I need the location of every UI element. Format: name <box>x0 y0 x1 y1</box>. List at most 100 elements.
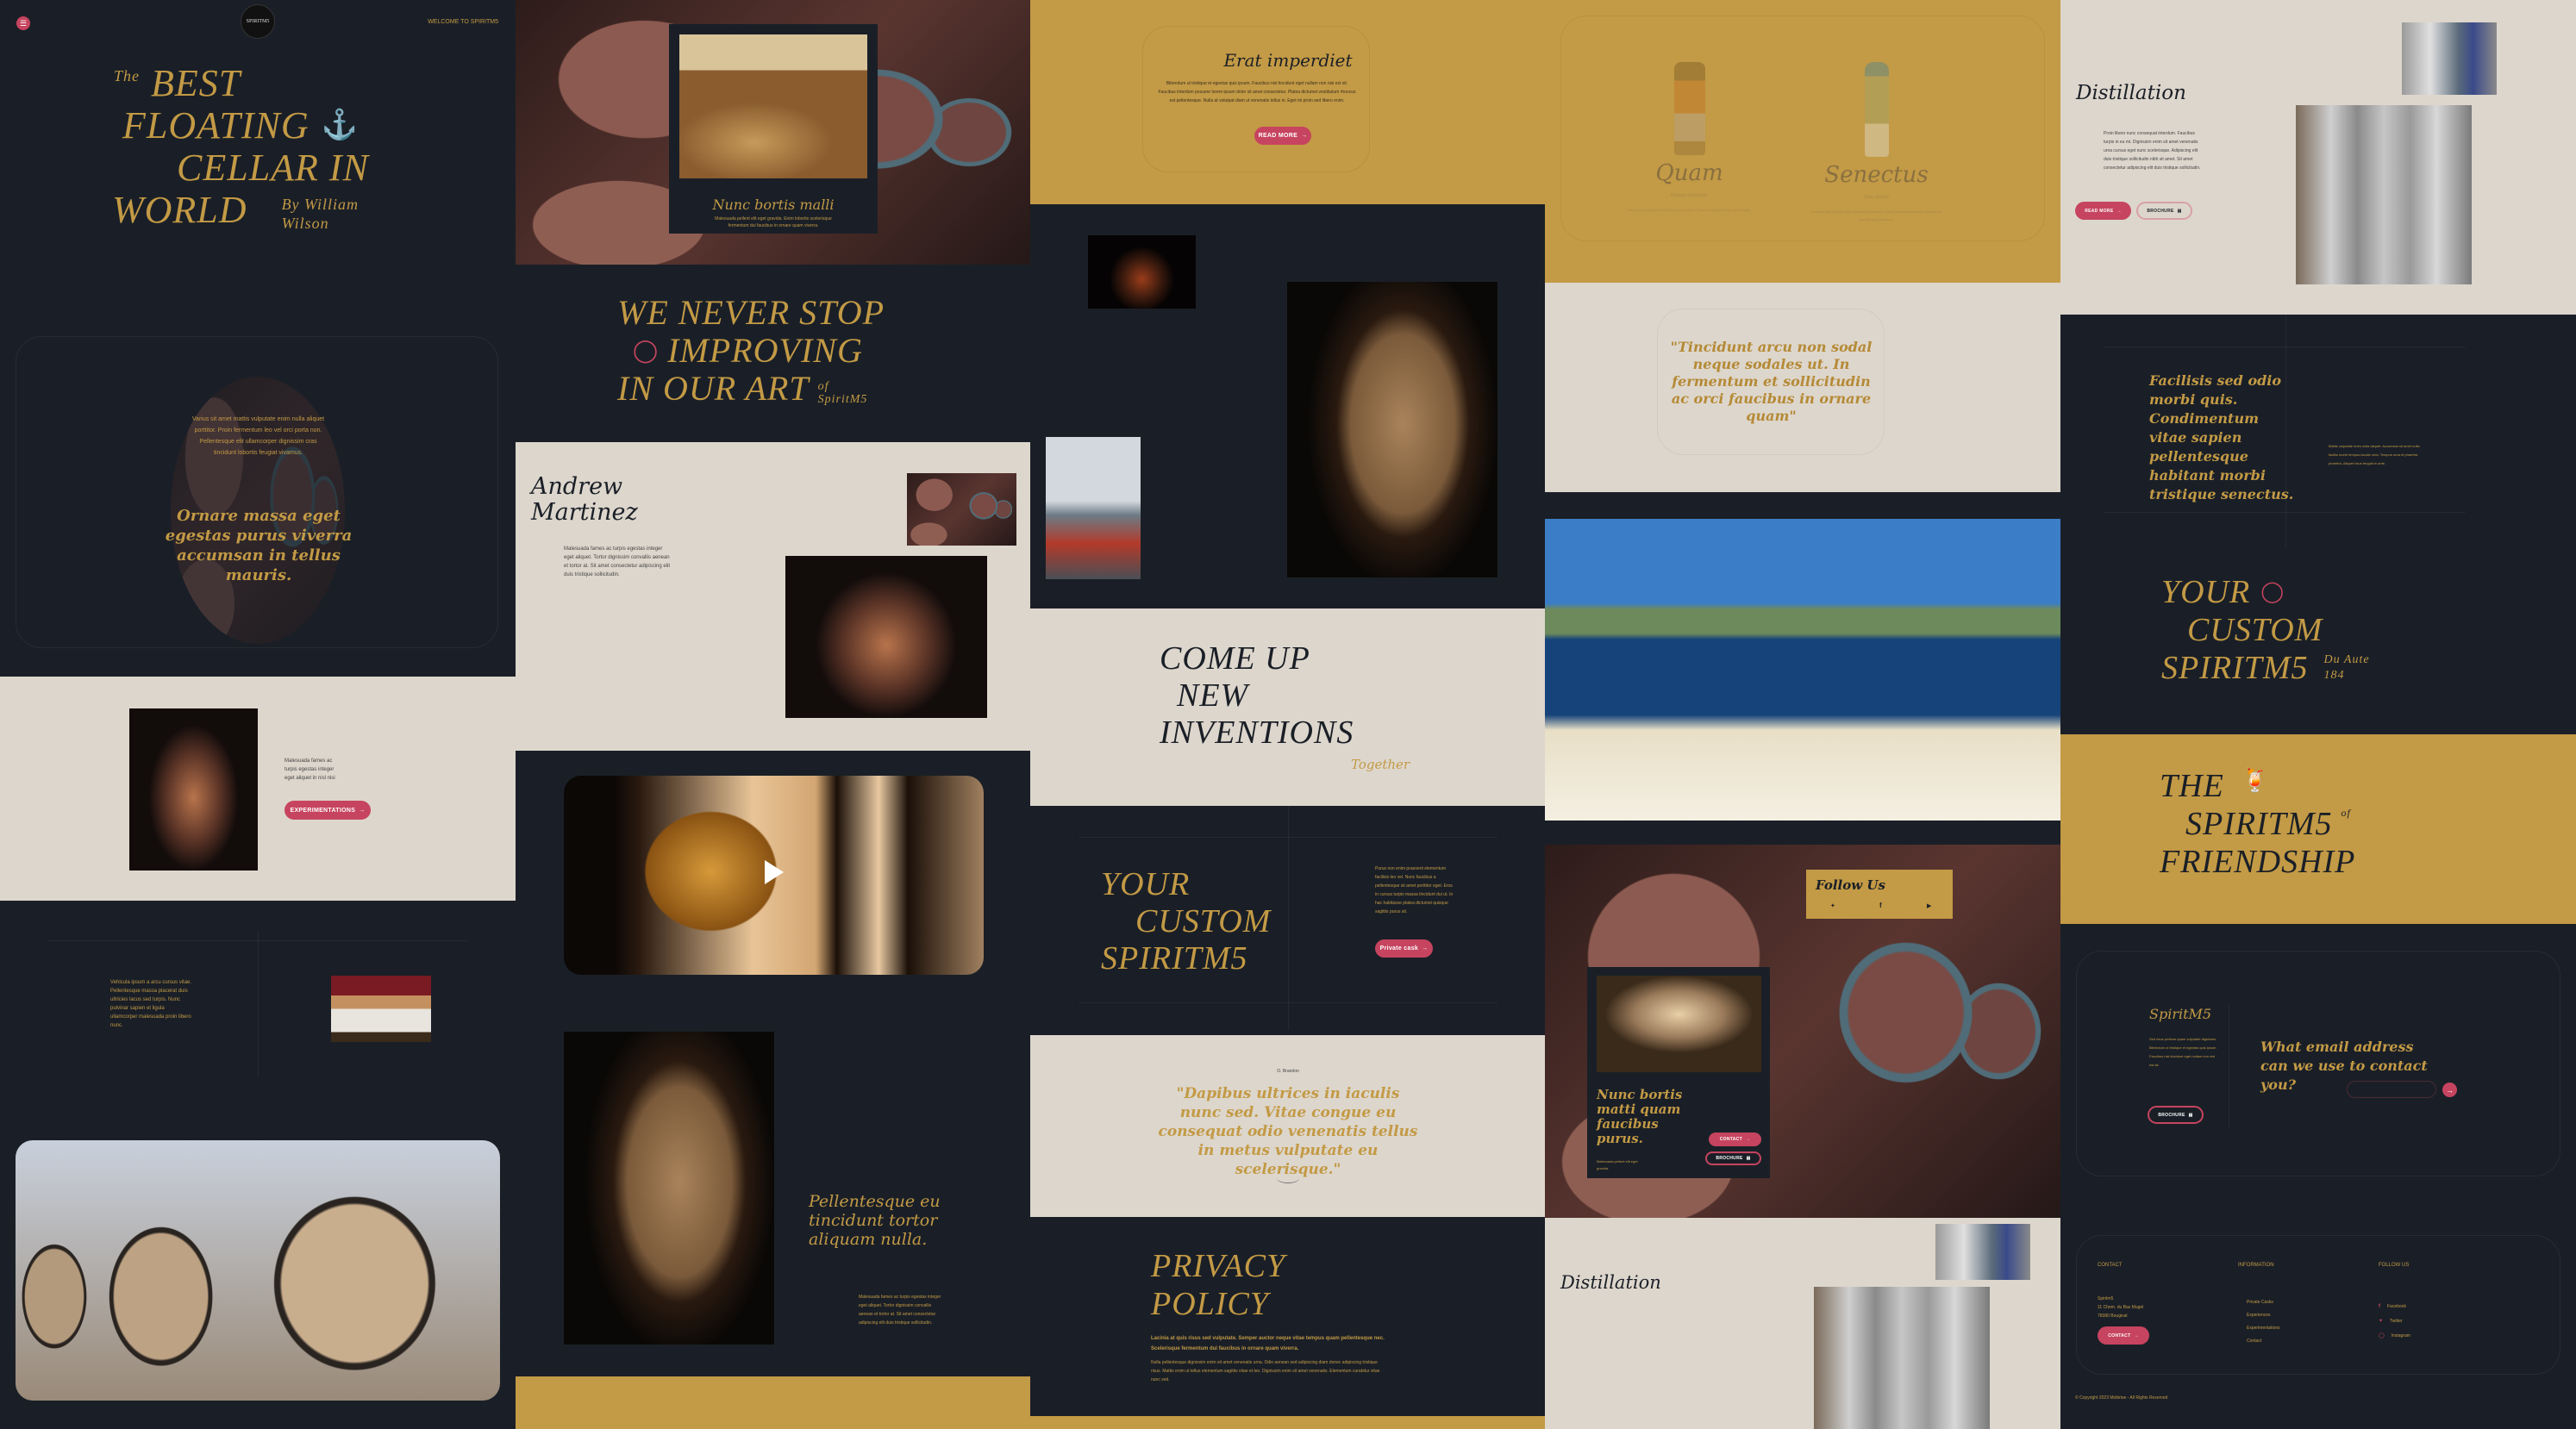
cellar-card: Nunc bortis matti quam faucibus purus. M… <box>1587 967 1770 1178</box>
distillery-thumb-photo <box>2402 22 2497 95</box>
divider <box>258 931 259 1077</box>
arrow-right-icon: → <box>2446 1085 2454 1095</box>
facilisis-body: Mattis vulputate enim nulla aliquet. Acc… <box>2329 444 2420 465</box>
inventions-tag: Together <box>1351 757 1410 772</box>
privacy-headline: PRIVACY POLICY <box>1151 1248 1286 1322</box>
footer-follow-column: FOLLOW US f Facebook ✦ Twitter ◯ Instagr… <box>2379 1261 2410 1344</box>
wine-glass-photo <box>129 708 258 871</box>
column-distillation: Distillation Proin libero nunc consequat… <box>2060 0 2576 1429</box>
barrel-photo <box>1287 282 1497 577</box>
distillery-photo <box>2296 105 2472 284</box>
glass-closeup-photo <box>785 556 987 718</box>
email-input[interactable] <box>2347 1081 2436 1098</box>
column-products: Quam Posuere sollicitudin Faucibus scele… <box>1545 0 2060 1429</box>
feature-body: Malesuada fames ac turpis egestas intege… <box>859 1295 941 1326</box>
product-senectus[interactable]: Senectus Vitae semper Posuere lorem ipsu… <box>1810 62 1943 223</box>
sailboat-photo <box>1046 437 1141 579</box>
wine-bottle-icon <box>1864 62 1889 157</box>
footer-link-private-casks[interactable]: Private Casks <box>2238 1296 2280 1309</box>
split-text: Vehicula ipsum a arcu cursus vitae. Pell… <box>110 980 192 1028</box>
divider <box>2104 512 2466 513</box>
testimonial-quote: "Dapibus ultrices in iaculis nunc sed. V… <box>1158 1085 1418 1178</box>
person-bio: Malesuada fames ac turpis egestas intege… <box>564 546 671 577</box>
footer-info-column: INFORMATION Private Casks Experiences Ex… <box>2238 1261 2280 1348</box>
gold-band <box>1030 1416 1546 1429</box>
hamburger-icon: ☰ <box>19 18 28 28</box>
divider <box>2104 346 2466 347</box>
improving-headline: WE NEVER STOP ◯ IMPROVING IN OUR ART of … <box>617 293 885 408</box>
video-thumbnail[interactable] <box>564 776 984 975</box>
quote-text: "Tincidunt arcu non sodal neque sodales … <box>1670 339 1873 424</box>
feature-title: Pellentesque eu tincidunt tortor aliquam… <box>809 1192 941 1249</box>
cocktail-icon: 🍹 <box>2241 768 2271 793</box>
footer-social-facebook[interactable]: f Facebook <box>2379 1300 2410 1314</box>
experimentations-button[interactable]: EXPERIMENTATIONS → <box>284 801 371 820</box>
sailing-photo <box>1545 519 2060 821</box>
twitter-icon: ✦ <box>2379 1319 2384 1324</box>
person-name: Andrew Martinez <box>531 473 638 526</box>
footer-frame <box>2076 1235 2560 1375</box>
custom-body: Purus non enim praesent elementum facili… <box>1375 866 1454 914</box>
privacy-lead: Lacinia at quis risus sed vulputate. Sem… <box>1151 1336 1385 1351</box>
footer-link-contact[interactable]: Contact <box>2238 1335 2280 1348</box>
footer-social-twitter[interactable]: ✦ Twitter <box>2379 1314 2410 1329</box>
erat-section: Erat imperdiet Bibendum ut tristique et … <box>1030 0 1546 204</box>
twitter-icon[interactable]: ✦ <box>1830 902 1835 909</box>
brochure-button[interactable]: BROCHURE ▤ <box>1705 1151 1761 1165</box>
arrow-right-icon: → <box>2116 208 2122 214</box>
private-cask-button[interactable]: Private cask → <box>1375 939 1433 958</box>
youtube-icon[interactable]: ▶ <box>1927 902 1931 909</box>
inventions-headline: COME UP NEW INVENTIONS <box>1160 640 1354 751</box>
erat-title: Erat imperdiet <box>1223 50 1353 71</box>
cellar-tour-photo <box>679 34 867 178</box>
column-inventions: Erat imperdiet Bibendum ut tristique et … <box>1030 0 1546 1429</box>
contact-button[interactable]: CONTACT → <box>1709 1133 1761 1146</box>
divider <box>1288 806 1289 1030</box>
logo[interactable]: SPIRITM5 <box>241 4 275 39</box>
card-title: Nunc bortis matti quam faucibus purus. <box>1597 1087 1683 1146</box>
quote-section: "Tincidunt arcu non sodal neque sodales … <box>1545 283 2060 492</box>
erat-body: Bibendum ut tristique et egestas quis ip… <box>1158 81 1356 103</box>
barrels-thumb-photo <box>907 473 1016 546</box>
brochure-icon: ▤ <box>2188 1112 2193 1118</box>
read-more-button[interactable]: READ MORE → <box>1254 127 1311 145</box>
anchor-icon: ⚓ <box>321 109 359 141</box>
distillation-body: Proin libero nunc consequat interdum. Fa… <box>2104 131 2201 171</box>
brochure-button[interactable]: BROCHURE ▤ <box>2136 202 2192 220</box>
experiment-text: Malesuada fames ac turpis egestas intege… <box>284 758 335 781</box>
column-cellar: Nunc bortis malli Malesuada pellent elit… <box>516 0 1031 1429</box>
product-quam[interactable]: Quam Posuere sollicitudin Faucibus scele… <box>1623 62 1756 214</box>
copyright: © Copyright 2023 Mobirise - All Rights R… <box>2075 1395 2168 1401</box>
friendship-headline: THE 🍹 SPIRITM5 of FRIENDSHIP <box>2160 768 2356 880</box>
read-more-button[interactable]: READ MORE → <box>2075 202 2131 220</box>
distillery-photo <box>1814 1287 1990 1429</box>
bottle-photo <box>1088 235 1196 309</box>
facebook-icon: f <box>2379 1304 2380 1309</box>
follow-us-card: Follow Us ✦ f ▶ <box>1806 870 1953 919</box>
experiment-section <box>0 677 516 901</box>
play-icon[interactable] <box>765 860 784 884</box>
footer-link-experiences[interactable]: Experiences <box>2238 1309 2280 1322</box>
facebook-icon[interactable]: f <box>1879 902 1882 909</box>
vault-cellar-photo <box>1597 976 1761 1072</box>
submit-button[interactable]: → <box>2442 1083 2457 1097</box>
card-body: Malesuada pellent elit eget gravida. <box>1597 1159 1638 1170</box>
cellar-card: Nunc bortis malli Malesuada pellent elit… <box>669 24 878 234</box>
oval-body-text: Varius sit amet mattis vulputate enim nu… <box>191 416 325 456</box>
footer-social-instagram[interactable]: ◯ Instagram <box>2379 1329 2410 1344</box>
column-hero: ☰ SPIRITM5 WELCOME TO SPIRITM5 The BEST … <box>0 0 516 1429</box>
signature-icon <box>1277 1173 1299 1183</box>
welcome-link[interactable]: WELCOME TO SPIRITM5 <box>428 19 498 25</box>
brochure-icon: ▤ <box>2177 208 2182 214</box>
newsletter-body: Sed risus pretium quam vulputate digniss… <box>2149 1037 2217 1067</box>
arrow-right-icon: → <box>1745 1137 1751 1142</box>
barrel-icon: ◯ <box>2260 581 2285 603</box>
barrel-icon: ◯ <box>633 338 660 363</box>
menu-button[interactable]: ☰ <box>16 16 30 30</box>
oval-quote: Ornare massa eget egestas purus viverra … <box>165 507 353 584</box>
brochure-button[interactable]: BROCHURE ▤ <box>2148 1106 2204 1124</box>
footer-contact-button[interactable]: CONTACT → <box>2098 1326 2149 1345</box>
document-hands-photo <box>331 976 431 1042</box>
barrel-closeup-photo <box>564 1032 774 1345</box>
footer-link-experimentations[interactable]: Experimentations <box>2238 1322 2280 1335</box>
